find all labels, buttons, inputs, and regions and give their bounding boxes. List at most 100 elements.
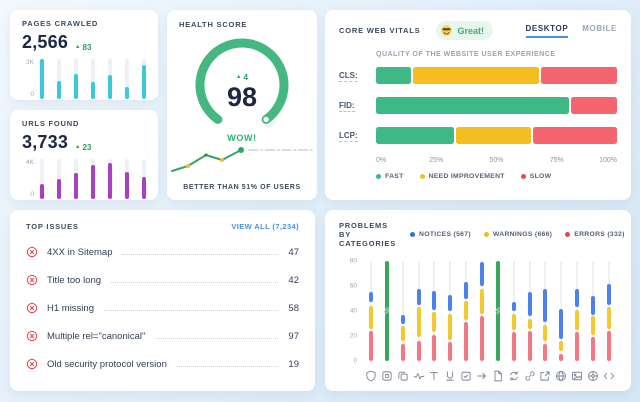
problem-column xyxy=(528,261,532,361)
bar-segment xyxy=(512,314,516,330)
bar-segment xyxy=(528,292,532,316)
activity-icon[interactable] xyxy=(413,370,425,382)
y-tick-label: 40 xyxy=(339,308,357,315)
top-issues-card: TOP ISSUES VIEW ALL (7,234) 4XX in Sitem… xyxy=(10,210,315,391)
problem-column xyxy=(543,261,547,361)
problem-column xyxy=(575,261,579,361)
y-axis-labels: 3K 0 xyxy=(22,59,34,99)
error-circle-x-icon xyxy=(26,302,38,314)
problem-column xyxy=(480,261,484,361)
text-icon[interactable] xyxy=(428,370,440,382)
mini-bar-track xyxy=(142,159,146,199)
view-all-link[interactable]: VIEW ALL (7,234) xyxy=(231,222,299,231)
health-score-title: HEALTH SCORE xyxy=(179,20,305,29)
bar-segment xyxy=(591,316,595,335)
cwv-stacked-bar xyxy=(376,67,617,84)
shield-icon[interactable] xyxy=(365,370,377,382)
bar-segment xyxy=(448,314,452,340)
cwv-metric-label[interactable]: LCP: xyxy=(339,131,376,140)
core-web-vitals-card: CORE WEB VITALS Great! DESKTOP MOBILE QU… xyxy=(325,10,631,200)
problems-by-categories-card: PROBLEMS BY CATEGORIES NOTICES (567)WARN… xyxy=(325,210,631,391)
problem-cell xyxy=(365,261,377,361)
issue-row[interactable]: Old security protocol version19 xyxy=(26,350,299,378)
pages-crawled-stat: 2,566 83 xyxy=(22,32,146,53)
problem-column: ✓ xyxy=(385,261,389,361)
issue-row[interactable]: 4XX in Sitemap47 xyxy=(26,238,299,266)
legend-label: NOTICES (567) xyxy=(419,231,471,238)
globe-icon[interactable] xyxy=(555,370,567,382)
cwv-segment-need xyxy=(456,127,531,144)
bar-segment xyxy=(480,316,484,361)
y-tick-label: 20 xyxy=(339,333,357,340)
y-min-label: 0 xyxy=(30,92,34,99)
wheel-icon[interactable] xyxy=(587,370,599,382)
problems-columns: ✓✓ xyxy=(365,261,615,361)
problem-column xyxy=(432,261,436,361)
code-icon[interactable] xyxy=(603,370,615,382)
pages-crawled-delta: 83 xyxy=(75,43,91,52)
problem-cell xyxy=(539,261,551,361)
mini-bar-track xyxy=(74,59,78,99)
pages-crawled-card: PAGES CRAWLED 2,566 83 3K 0 xyxy=(10,10,158,100)
urls-found-delta: 23 xyxy=(75,143,91,152)
legend-label: ERRORS (332) xyxy=(574,231,624,238)
mini-bar-track xyxy=(108,59,112,99)
bar-segment xyxy=(543,325,547,341)
issue-count: 58 xyxy=(288,303,299,314)
cwv-metric-label[interactable]: CLS: xyxy=(339,71,376,80)
legend-label: SLOW xyxy=(530,173,552,180)
leader-line xyxy=(104,310,278,311)
bar-segment xyxy=(480,262,484,286)
legend-item[interactable]: WARNINGS (666) xyxy=(484,231,552,238)
repeat-icon[interactable] xyxy=(508,370,520,382)
link-icon[interactable] xyxy=(524,370,536,382)
bar-segment xyxy=(528,319,532,329)
bar-segment xyxy=(464,301,468,320)
file-icon[interactable] xyxy=(492,370,504,382)
mini-bar-track xyxy=(91,159,95,199)
issue-row[interactable]: H1 missing58 xyxy=(26,294,299,322)
top-issues-header: TOP ISSUES VIEW ALL (7,234) xyxy=(26,222,299,231)
edit-box-icon[interactable] xyxy=(460,370,472,382)
issue-row[interactable]: Title too long42 xyxy=(26,266,299,294)
urls-found-value: 3,733 xyxy=(22,132,68,153)
issue-row[interactable]: Multiple rel="canonical"97 xyxy=(26,322,299,350)
problem-cell xyxy=(571,261,583,361)
cwv-rows: CLS: FID: LCP: xyxy=(339,67,617,144)
redirect-icon[interactable] xyxy=(476,370,488,382)
pages-crawled-title: PAGES CRAWLED xyxy=(22,19,146,28)
bar-segment xyxy=(559,341,563,351)
legend-dot xyxy=(410,232,415,237)
legend-label: NEED IMPROVEMENT xyxy=(429,173,505,180)
bar-segment xyxy=(464,322,468,361)
badge-label: Great! xyxy=(457,26,484,36)
mini-bar-track xyxy=(125,59,129,99)
mini-bar-track xyxy=(108,159,112,199)
box-element-icon[interactable] xyxy=(381,370,393,382)
mini-bar-track xyxy=(142,59,146,99)
problem-column: ✓ xyxy=(496,261,500,361)
bar-segment xyxy=(512,302,516,311)
pages-crawled-value: 2,566 xyxy=(22,32,68,53)
mini-bar xyxy=(108,75,112,99)
problem-column xyxy=(607,261,611,361)
underline-icon[interactable] xyxy=(444,370,456,382)
health-score-value: 98 xyxy=(190,83,294,111)
bar-segment xyxy=(401,326,405,341)
legend-item[interactable]: ERRORS (332) xyxy=(565,231,624,238)
legend-item[interactable]: NOTICES (567) xyxy=(410,231,471,238)
cwv-segment-slow xyxy=(541,67,617,84)
error-circle-x-icon xyxy=(26,358,38,370)
bar-segment xyxy=(432,312,436,332)
copy-icon[interactable] xyxy=(397,370,409,382)
tab-desktop[interactable]: DESKTOP xyxy=(526,24,569,38)
bar-segment xyxy=(369,292,373,302)
bar-segment xyxy=(607,284,611,305)
tab-mobile[interactable]: MOBILE xyxy=(582,24,617,38)
cwv-axis-tick: 100% xyxy=(599,157,617,164)
y-min-label: 0 xyxy=(30,192,34,199)
mini-bar xyxy=(57,179,61,199)
image-icon[interactable] xyxy=(571,370,583,382)
cwv-metric-label[interactable]: FID: xyxy=(339,101,376,110)
external-link-icon[interactable] xyxy=(539,370,551,382)
